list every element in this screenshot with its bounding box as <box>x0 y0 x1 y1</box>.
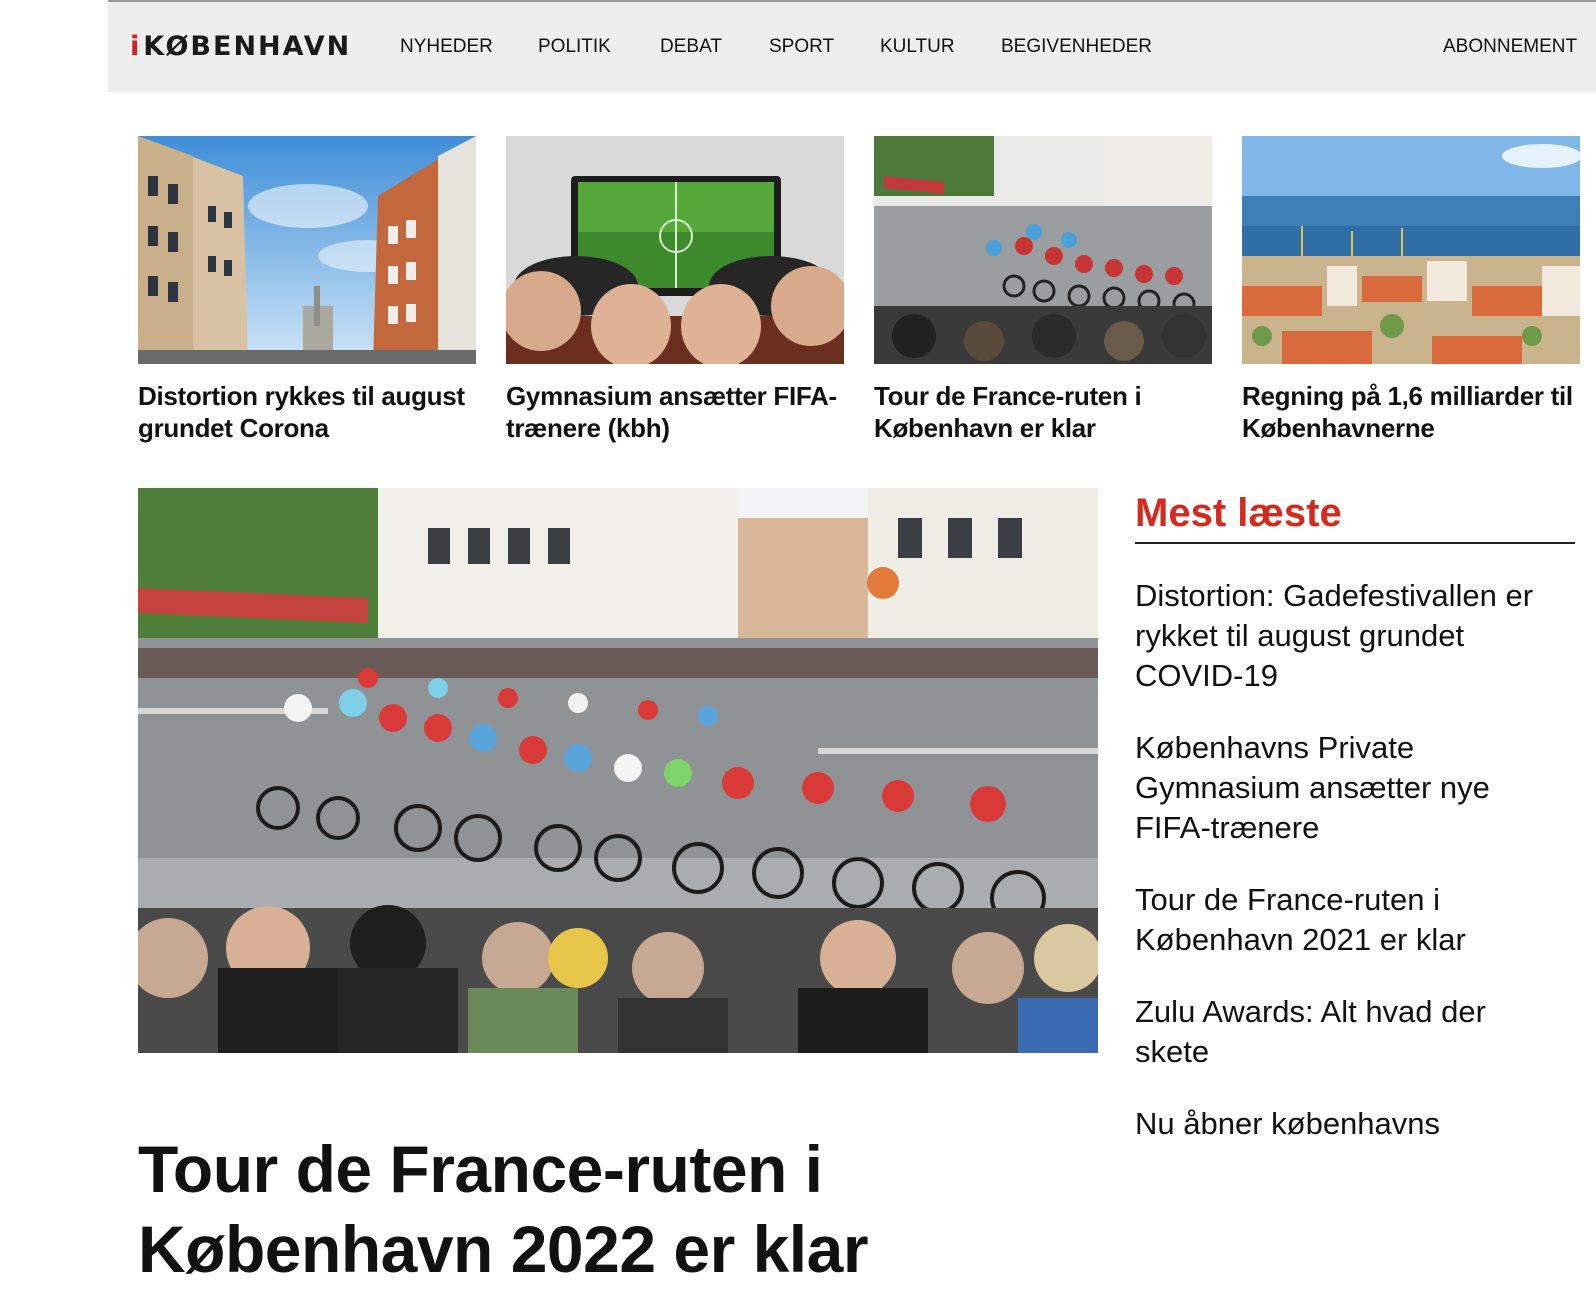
site-header: iKØBENHAVN NYHEDER POLITIK DEBAT SPORT K… <box>108 2 1596 92</box>
nav-item-nyheder[interactable]: NYHEDER <box>400 36 493 58</box>
most-read-item[interactable]: Tour de France-ruten i København 2021 er… <box>1135 880 1565 960</box>
article-card[interactable]: Gymnasium ansætter FIFA-trænere (kbh) <box>506 136 844 444</box>
street-buildings-photo[interactable] <box>138 136 476 364</box>
gaming-controllers-photo[interactable] <box>506 136 844 364</box>
subscription-link[interactable]: ABONNEMENT <box>1443 36 1577 58</box>
card-headline[interactable]: Regning på 1,6 milliarder til Københavne… <box>1242 380 1580 444</box>
most-read-sidebar: Mest læste Distortion: Gadefestivallen e… <box>1135 488 1577 1144</box>
featured-image[interactable] <box>138 488 1098 1053</box>
most-read-item[interactable]: Distortion: Gadefestivallen er rykket ti… <box>1135 576 1565 696</box>
harbor-city-photo[interactable] <box>1242 136 1580 364</box>
most-read-item[interactable]: Zulu Awards: Alt hvad der skete <box>1135 992 1565 1072</box>
logo-mark: i <box>130 31 142 62</box>
card-headline[interactable]: Gymnasium ansætter FIFA-trænere (kbh) <box>506 380 844 444</box>
card-headline[interactable]: Tour de France-ruten i København er klar <box>874 380 1212 444</box>
article-card[interactable]: Regning på 1,6 milliarder til Københavne… <box>1242 136 1580 444</box>
most-read-title: Mest læste <box>1135 488 1575 544</box>
most-read-item[interactable]: Københavns Private Gymnasium ansætter ny… <box>1135 728 1565 848</box>
cycling-race-photo[interactable] <box>874 136 1212 364</box>
featured-headline[interactable]: Tour de France-ruten i København 2022 er… <box>138 1129 1098 1289</box>
card-headline[interactable]: Distortion rykkes til august grundet Cor… <box>138 380 476 444</box>
article-card[interactable]: Distortion rykkes til august grundet Cor… <box>138 136 476 444</box>
article-card[interactable]: Tour de France-ruten i København er klar <box>874 136 1212 444</box>
nav-item-begivenheder[interactable]: BEGIVENHEDER <box>1001 36 1152 58</box>
logo-text: KØBENHAVN <box>143 31 352 62</box>
nav-item-debat[interactable]: DEBAT <box>660 36 722 58</box>
site-logo[interactable]: iKØBENHAVN <box>130 30 351 64</box>
most-read-item[interactable]: Nu åbner københavns <box>1135 1104 1565 1144</box>
nav-item-politik[interactable]: POLITIK <box>538 36 611 58</box>
nav-item-kultur[interactable]: KULTUR <box>880 36 955 58</box>
nav-item-sport[interactable]: SPORT <box>769 36 834 58</box>
